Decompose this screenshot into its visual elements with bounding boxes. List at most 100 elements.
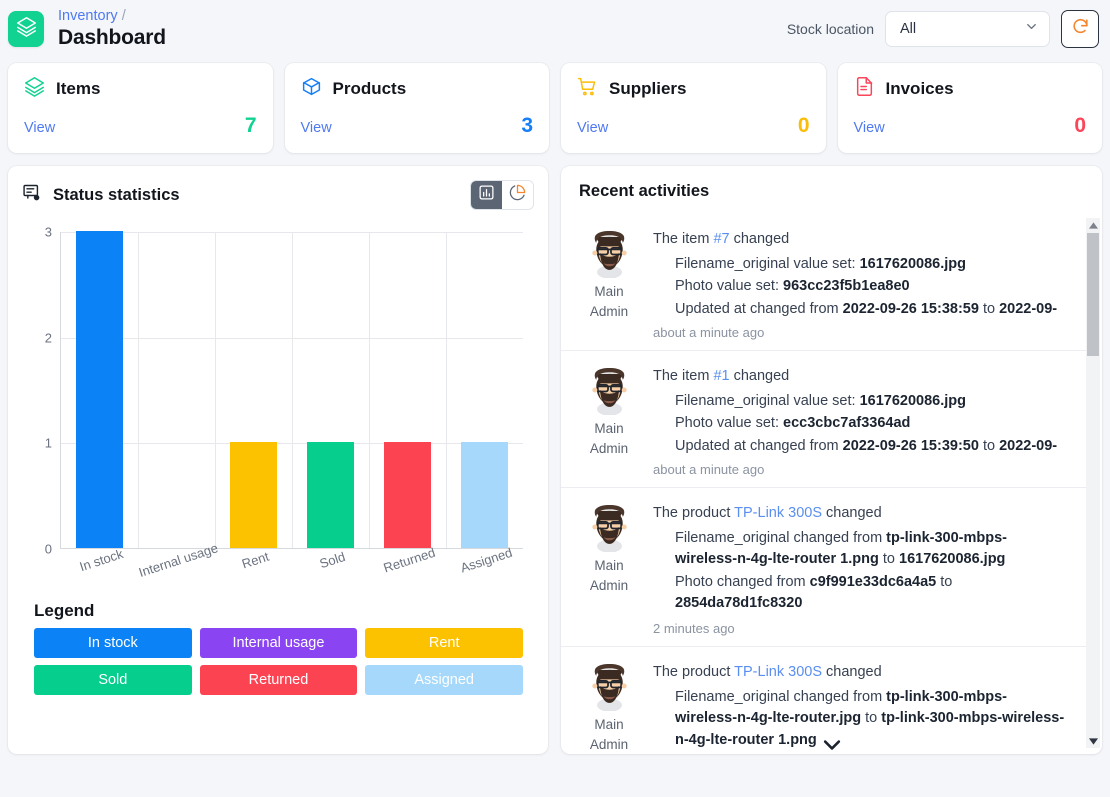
stock-location-select[interactable]: All <box>885 10 1050 47</box>
activity-entity-link[interactable]: TP-Link 300S <box>734 505 822 521</box>
bar-chart-toggle-button[interactable] <box>471 181 502 209</box>
breadcrumb: Inventory / Dashboard <box>58 9 166 48</box>
stat-card-view-link[interactable]: View <box>24 120 55 136</box>
chevron-down-icon <box>1024 19 1039 38</box>
chart-type-toggle-group <box>470 180 534 210</box>
chart-x-label-slot: Rent <box>214 549 291 597</box>
legend-chip[interactable]: Returned <box>199 665 358 695</box>
activity-change-item: Updated at changed from 2022-09-26 15:42… <box>675 615 1066 618</box>
activity-avatar-column: Main Admin <box>579 664 639 754</box>
stat-card-view-link[interactable]: View <box>301 120 332 136</box>
page-title: Dashboard <box>58 25 166 49</box>
chart-x-tick-label: In stock <box>77 546 125 575</box>
activity-entity-link[interactable]: #1 <box>713 368 729 384</box>
activity-change-item: Filename_original value set: 1617620086.… <box>675 391 1066 412</box>
activity-change-item: Filename_original value set: 1617620086.… <box>675 254 1066 275</box>
recent-activities-title: Recent activities <box>579 182 710 200</box>
chart-x-axis-labels: In stock Internal usage Rent Sold Returned As… <box>60 540 523 597</box>
breadcrumb-link-inventory[interactable]: Inventory <box>58 8 118 24</box>
activity-change-item: Updated at changed from 2022-09-26 15:39… <box>675 436 1066 459</box>
status-statistics-panel: Status statistics 0 1 2 3 In stock Inter… <box>8 166 548 754</box>
panels-row: Status statistics 0 1 2 3 In stock Inter… <box>0 153 1110 754</box>
chart-x-label-slot: Sold <box>292 549 369 597</box>
activity-change-list: Filename_original changed from tp-link-3… <box>675 687 1066 754</box>
activity-avatar-column: Main Admin <box>579 505 639 636</box>
activity-body: The item #1 changed Filename_original val… <box>653 368 1066 477</box>
chart-y-tick: 3 <box>44 224 52 240</box>
breadcrumb-separator: / <box>121 8 126 25</box>
stat-card-view-link[interactable]: View <box>577 120 608 136</box>
bearded-man-avatar <box>591 505 627 552</box>
stat-card-value: 7 <box>244 114 257 137</box>
chart-bar-slot <box>292 232 369 548</box>
app-logo <box>8 10 44 47</box>
stat-card-value: 0 <box>1074 114 1086 137</box>
stock-location-value: All <box>900 20 917 37</box>
chart-x-tick-label: Rent <box>239 548 271 572</box>
activity-change-list: Filename_original changed from tp-link-3… <box>675 528 1066 618</box>
activity-user-name: Main Admin <box>589 421 629 456</box>
activity-change-item: Filename_original changed from tp-link-3… <box>675 687 1066 751</box>
refresh-button[interactable] <box>1061 9 1099 48</box>
chart-bar-slot <box>61 231 138 548</box>
stat-card-label: Suppliers <box>609 79 687 98</box>
chart-bar[interactable] <box>307 442 354 548</box>
chart-bar-slot <box>138 232 215 548</box>
legend-chip[interactable]: In stock <box>34 628 192 658</box>
bearded-man-avatar <box>591 231 627 278</box>
chart-bar[interactable] <box>384 442 431 548</box>
chart-bar[interactable] <box>230 442 277 548</box>
stat-card-value: 0 <box>797 114 810 137</box>
activities-scrollbar[interactable] <box>1086 218 1100 748</box>
activity-body: The product TP-Link 300S changed Filename… <box>653 505 1066 636</box>
status-statistics-title: Status statistics <box>53 185 180 204</box>
activity-item: Main Admin The product TP-Link 300S chang… <box>561 488 1086 647</box>
pie-chart-toggle-button[interactable] <box>502 181 533 209</box>
stat-card-label: Products <box>332 79 407 98</box>
activity-timestamp: about a minute ago <box>653 325 765 340</box>
scroll-up-arrow-icon[interactable] <box>1086 218 1100 232</box>
invoice-icon <box>854 76 875 102</box>
chart-bar[interactable] <box>76 231 123 548</box>
activity-user-name: Main Admin <box>589 558 629 593</box>
activity-change-item: Photo value set: 963cc23f5b1ea8e0 <box>675 276 1066 297</box>
legend-chip[interactable]: Assigned <box>365 665 523 695</box>
activity-timestamp: 2 minutes ago <box>653 621 735 636</box>
legend-chip[interactable]: Sold <box>34 665 192 695</box>
activity-timestamp: about a minute ago <box>653 462 765 477</box>
chevron-down-icon[interactable] <box>821 738 843 754</box>
legend-chip[interactable]: Rent <box>365 628 523 658</box>
chart-legend: In stock Internal usage Rent Sold Returned As… <box>22 628 534 695</box>
chart-x-label-slot: In stock <box>60 546 137 597</box>
activity-user-name: Main Admin <box>589 284 629 319</box>
chart-y-tick: 2 <box>44 330 52 346</box>
activity-entity-link[interactable]: #7 <box>713 231 729 247</box>
stat-card-suppliers[interactable]: Suppliers View 0 <box>561 63 826 153</box>
chart-plot-area <box>60 231 523 549</box>
legend-title: Legend <box>34 601 95 620</box>
activity-item: Main Admin The item #7 changed Filename_or… <box>561 214 1086 351</box>
chart-y-tick: 1 <box>44 435 52 451</box>
stat-card-view-link[interactable]: View <box>854 120 885 136</box>
activity-headline: The item #1 changed <box>653 368 790 384</box>
legend-chip[interactable]: Internal usage <box>199 628 358 658</box>
chart-bar-slot <box>446 232 523 548</box>
activity-entity-link[interactable]: TP-Link 300S <box>734 664 822 680</box>
scrollbar-thumb[interactable] <box>1087 233 1099 356</box>
box-icon <box>301 76 322 102</box>
layers-icon <box>16 16 37 42</box>
bar-chart-icon <box>478 184 495 206</box>
activity-user-name: Main Admin <box>589 717 629 752</box>
layers-icon <box>24 76 45 102</box>
chart-bars <box>61 231 523 548</box>
activity-change-item: Photo changed from a46b1af7e08285c0 to c… <box>675 752 1066 755</box>
stat-card-products[interactable]: Products View 3 <box>284 63 549 153</box>
activity-body: The product TP-Link 300S changed Filename… <box>653 664 1066 754</box>
stat-card-items[interactable]: Items View 7 <box>8 63 273 153</box>
scroll-down-arrow-icon[interactable] <box>1086 734 1100 748</box>
stat-card-invoices[interactable]: Invoices View 0 <box>837 63 1102 153</box>
chart-x-tick-label: Assigned <box>459 544 515 576</box>
activity-change-item: Updated at changed from 2022-09-26 15:38… <box>675 299 1066 322</box>
chart-x-tick-label: Sold <box>317 548 348 572</box>
chart-bar[interactable] <box>461 442 508 548</box>
